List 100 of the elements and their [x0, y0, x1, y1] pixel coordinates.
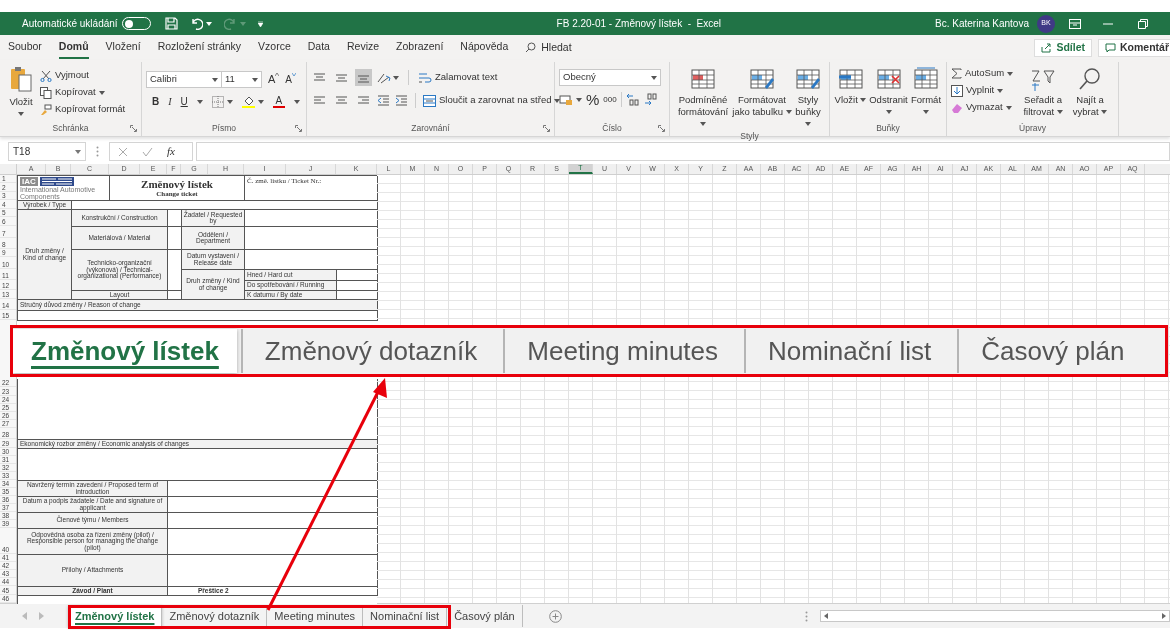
- share-icon: [1041, 42, 1053, 53]
- fill-color-icon[interactable]: [241, 95, 255, 108]
- decrease-decimal-icon[interactable]: [643, 93, 658, 106]
- add-sheet-icon[interactable]: [548, 609, 562, 623]
- increase-decimal-icon[interactable]: [625, 93, 640, 106]
- copy-icon: [40, 86, 52, 99]
- paintbrush-icon: [40, 103, 52, 116]
- conditional-formatting-button[interactable]: Podmíněné formátování: [674, 67, 732, 130]
- insert-cells-button[interactable]: Vložit: [834, 67, 867, 121]
- share-button[interactable]: Sdílet: [1034, 38, 1092, 57]
- save-icon[interactable]: [164, 17, 178, 30]
- sheet-tab[interactable]: Meeting minutes: [267, 605, 364, 627]
- dialog-launcher-icon[interactable]: [130, 125, 137, 132]
- caret-icon: [785, 110, 792, 115]
- sum-icon: [951, 68, 962, 79]
- vertical-align-button[interactable]: [355, 69, 372, 86]
- horizontal-scrollbar[interactable]: [820, 610, 1170, 622]
- sheet-tab[interactable]: Změnový dotazník: [162, 605, 268, 627]
- thousands-button[interactable]: 000: [603, 93, 617, 106]
- delete-cells-button[interactable]: Odstranit: [867, 67, 910, 121]
- menu-tab[interactable]: Zobrazení: [396, 35, 444, 60]
- fill-button[interactable]: Vyplnit: [951, 82, 1014, 99]
- orientation-icon[interactable]: [377, 71, 391, 84]
- dialog-launcher-icon[interactable]: [658, 125, 665, 132]
- caret-icon: [923, 110, 929, 115]
- align-icon: [313, 72, 326, 83]
- search-label[interactable]: Hledat: [541, 39, 572, 56]
- restore-icon[interactable]: [1138, 18, 1148, 29]
- caret-icon: [576, 97, 582, 102]
- up-caret-icon: [275, 73, 280, 76]
- minimize-icon[interactable]: [1103, 22, 1113, 25]
- font-name-field[interactable]: Calibri: [146, 71, 222, 88]
- format-cells-button[interactable]: Formát: [910, 67, 942, 121]
- cancel-icon[interactable]: [118, 146, 128, 157]
- comments-button[interactable]: Komentář: [1098, 38, 1170, 57]
- autosave-label: Automatické ukládání: [22, 17, 118, 31]
- caret-icon: [18, 112, 24, 117]
- wrap-text-button[interactable]: Zalamovat text: [418, 69, 498, 86]
- scroll-right-icon[interactable]: [1162, 613, 1166, 619]
- paste-button[interactable]: Vložit: [4, 65, 38, 121]
- format-as-table-button[interactable]: Formátovat jako tabulku: [732, 67, 792, 130]
- bold-button[interactable]: B: [152, 94, 160, 109]
- next-sheet-icon[interactable]: [39, 612, 44, 620]
- menu-tab[interactable]: Rozložení stránky: [157, 35, 242, 60]
- cell-styles-button[interactable]: Styly buňky: [792, 67, 824, 130]
- previous-sheet-icon[interactable]: [22, 612, 27, 620]
- grow-font-button[interactable]: A: [268, 71, 276, 88]
- italic-button[interactable]: I: [168, 94, 172, 109]
- merge-icon: [423, 94, 436, 107]
- number-format-field[interactable]: Obecný: [559, 69, 661, 86]
- ribbon-display-icon[interactable]: [1069, 18, 1081, 29]
- sheet-tab[interactable]: Nominační list: [363, 605, 448, 627]
- align-icon: [335, 95, 348, 106]
- font-color-button[interactable]: A: [272, 95, 285, 108]
- table-brush-icon: [749, 67, 775, 91]
- underline-button[interactable]: U: [180, 94, 188, 109]
- percent-button[interactable]: %: [586, 92, 600, 107]
- confirm-icon[interactable]: [142, 146, 153, 157]
- merge-center-button[interactable]: Sloučit a zarovnat na střed: [423, 92, 561, 109]
- menu-tab[interactable]: Vzorce: [258, 35, 291, 60]
- dialog-launcher-icon[interactable]: [295, 125, 302, 132]
- menu-tab[interactable]: Vložení: [105, 35, 141, 60]
- scroll-left-icon[interactable]: [824, 613, 828, 619]
- currency-icon[interactable]: [559, 93, 573, 106]
- down-caret-icon: [292, 73, 296, 76]
- menu-tab[interactable]: Data: [307, 35, 330, 60]
- name-box[interactable]: T18: [8, 142, 86, 161]
- formula-input[interactable]: [196, 142, 1170, 161]
- redo-icon: [223, 17, 237, 30]
- splitter-icon[interactable]: [805, 610, 808, 622]
- sheet-tab[interactable]: Časový plán: [447, 605, 523, 627]
- font-size-field[interactable]: 11: [222, 71, 262, 88]
- search-icon[interactable]: [525, 42, 537, 53]
- caret-icon: [393, 75, 399, 80]
- find-select-button[interactable]: Najít a vybrat: [1069, 67, 1112, 121]
- borders-icon[interactable]: [211, 95, 224, 108]
- increase-indent-icon[interactable]: [395, 95, 408, 106]
- undo-button[interactable]: [189, 17, 212, 30]
- insert-function-button[interactable]: fx: [167, 143, 175, 160]
- cut-button[interactable]: Vyjmout: [40, 67, 126, 84]
- copy-button[interactable]: Kopírovat: [40, 84, 126, 101]
- scissors-icon: [40, 69, 52, 82]
- caret-icon: [860, 98, 867, 103]
- menu-tab[interactable]: Nápověda: [460, 35, 509, 60]
- decrease-indent-icon[interactable]: [377, 95, 390, 106]
- wrap-text-icon: [418, 71, 432, 84]
- shrink-font-button[interactable]: A: [285, 72, 292, 87]
- more-icon: [96, 146, 99, 157]
- clear-button[interactable]: Vymazat: [951, 99, 1014, 116]
- align-icon: [313, 95, 326, 106]
- window-title: FB 2.20-01 - Změnový lístek - Excel: [556, 17, 722, 31]
- dialog-launcher-icon[interactable]: [543, 125, 550, 132]
- menu-tab[interactable]: Revize: [346, 35, 380, 60]
- sort-filter-button[interactable]: Seřadit a filtrovat: [1017, 67, 1070, 121]
- autosum-button[interactable]: AutoSum: [951, 65, 1014, 82]
- customize-caret-icon[interactable]: [257, 20, 263, 27]
- menu-tab[interactable]: Soubor: [8, 35, 42, 60]
- format-cells-icon: [913, 67, 939, 91]
- caret-icon: [205, 21, 212, 26]
- format-painter-button[interactable]: Kopírovat formát: [40, 101, 126, 118]
